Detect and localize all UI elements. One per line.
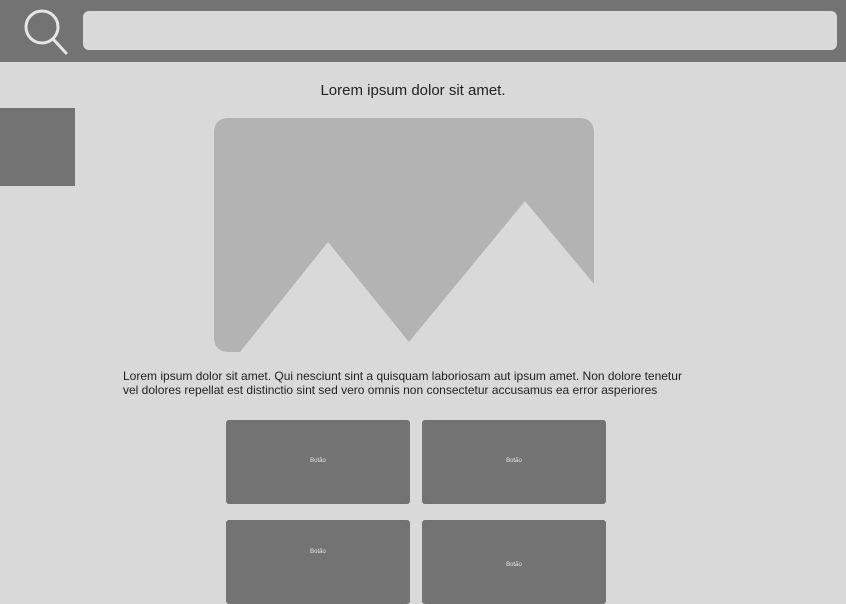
body-text-line: Lorem ipsum dolor sit amet. Qui nesciunt…	[123, 369, 682, 383]
action-button-2[interactable]: Botão	[422, 420, 606, 504]
action-button-4[interactable]: Botão	[422, 520, 606, 604]
button-label: Botão	[310, 549, 326, 555]
top-bar	[0, 0, 846, 62]
search-icon[interactable]	[22, 6, 70, 56]
image-placeholder-icon	[214, 118, 594, 352]
action-button-1[interactable]: Botão	[226, 420, 410, 504]
button-label: Botão	[310, 458, 326, 464]
page-title: Lorem ipsum dolor sit amet.	[320, 82, 506, 99]
button-label: Botão	[506, 458, 522, 464]
search-input[interactable]	[83, 11, 837, 50]
body-text-line: vel dolores repellat est distinctio sint…	[123, 383, 658, 397]
action-button-3[interactable]: Botão	[226, 520, 410, 604]
button-label: Botão	[506, 562, 522, 568]
body-text: Lorem ipsum dolor sit amet. Qui nesciunt…	[123, 369, 723, 397]
side-block[interactable]	[0, 108, 75, 186]
page: Lorem ipsum dolor sit amet. Lorem ipsum …	[0, 0, 846, 604]
